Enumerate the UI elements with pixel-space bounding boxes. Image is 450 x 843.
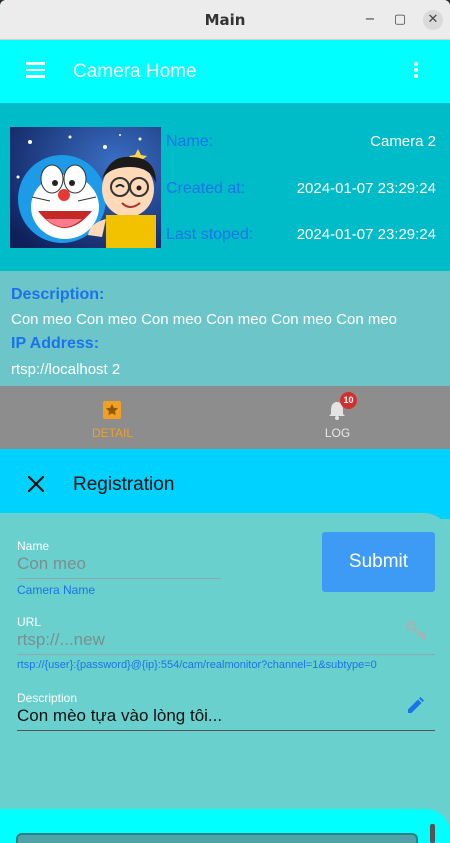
maximize-button[interactable]: ▢ bbox=[390, 10, 410, 30]
ip-address-label: IP Address: bbox=[11, 335, 100, 352]
last-stopped-label: Last stoped: bbox=[166, 226, 254, 243]
page-title: Camera Home bbox=[73, 61, 197, 82]
url-input[interactable]: rtsp://...new bbox=[17, 630, 105, 650]
description-field-label: Description bbox=[17, 691, 78, 705]
camera-name-label: Name: bbox=[166, 133, 214, 150]
description-text: Con meo Con meo Con meo Con meo Con meo … bbox=[11, 311, 398, 328]
app-bar: Camera Home bbox=[0, 40, 450, 103]
edit-pencil-icon[interactable] bbox=[405, 696, 425, 716]
scrollbar-thumb[interactable] bbox=[430, 824, 435, 843]
close-icon[interactable] bbox=[27, 475, 45, 493]
created-at-value: 2024-01-07 23:29:24 bbox=[296, 180, 436, 197]
last-stopped-value: 2024-01-07 23:29:24 bbox=[296, 226, 436, 243]
name-underline bbox=[17, 578, 221, 579]
bottom-navigation: DETAIL LOG bbox=[0, 386, 450, 449]
camera-details-panel: Description: Con meo Con meo Con meo Con… bbox=[0, 271, 450, 386]
next-sheet-strip bbox=[0, 809, 450, 843]
registration-header: Registration bbox=[0, 449, 450, 519]
submit-button[interactable]: Submit bbox=[322, 532, 435, 592]
window-titlebar: Main − ▢ ✕ bbox=[0, 0, 450, 40]
url-field-label: URL bbox=[17, 615, 42, 629]
name-helper-text: Camera Name bbox=[17, 583, 96, 597]
window-title: Main bbox=[204, 11, 246, 29]
close-window-button[interactable]: ✕ bbox=[423, 10, 443, 30]
app-window: Main − ▢ ✕ Camera Home Name: Camera 2 Cr… bbox=[0, 0, 450, 843]
camera-card: Name: Camera 2 Created at: 2024-01-07 23… bbox=[0, 103, 450, 271]
camera-thumbnail bbox=[10, 127, 161, 248]
registration-title: Registration bbox=[73, 474, 175, 495]
ip-address-value: rtsp://localhost 2 bbox=[11, 361, 121, 378]
description-label: Description: bbox=[11, 286, 105, 303]
next-sheet-handle[interactable] bbox=[16, 833, 418, 843]
star-box-icon bbox=[103, 401, 121, 419]
url-helper-text: rtsp://{user}:{password}@{ip}:554/cam/re… bbox=[17, 659, 377, 671]
key-icon[interactable] bbox=[404, 619, 426, 641]
name-input[interactable]: Con meo bbox=[17, 554, 86, 574]
created-at-label: Created at: bbox=[166, 180, 246, 197]
more-vert-icon[interactable] bbox=[412, 62, 420, 82]
minimize-button[interactable]: − bbox=[360, 10, 380, 30]
notification-badge: 10 bbox=[340, 392, 357, 409]
description-underline bbox=[17, 730, 435, 731]
description-input[interactable]: Con mèo tựa vào lòng tôi... bbox=[17, 706, 222, 726]
tab-log[interactable]: LOG bbox=[225, 386, 450, 449]
menu-icon[interactable] bbox=[26, 62, 46, 80]
name-field-label: Name bbox=[17, 539, 50, 553]
url-underline bbox=[17, 654, 435, 655]
tab-log-label: LOG bbox=[324, 426, 351, 440]
camera-name-value: Camera 2 bbox=[370, 133, 436, 150]
tab-detail[interactable]: DETAIL bbox=[0, 386, 225, 449]
tab-detail-label: DETAIL bbox=[91, 426, 134, 440]
